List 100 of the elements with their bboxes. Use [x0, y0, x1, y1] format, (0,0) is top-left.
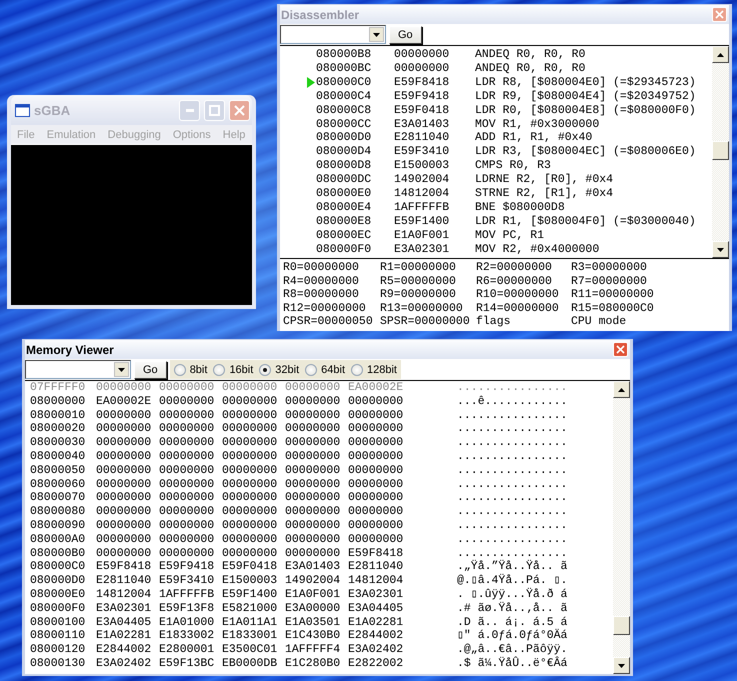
ascii-cell: ................: [457, 491, 568, 506]
address-combobox[interactable]: [280, 25, 386, 44]
scroll-down-button[interactable]: [712, 241, 729, 258]
memory-value-cell-text: 14812004: [348, 574, 404, 588]
instruction-cell: CMPS R0, R3: [475, 159, 551, 173]
address-cell-text: 08000100: [30, 616, 86, 630]
memory-value-cell-text: 00000000: [96, 381, 152, 395]
memory-value-cell-text: E2800001: [159, 643, 216, 657]
ascii-cell: ................: [457, 478, 568, 492]
address-cell-text: 080000F0: [316, 242, 372, 256]
opcode-cell-text: 14902004: [394, 173, 450, 187]
address-cell-text: 07FFFFF0: [30, 381, 86, 395]
scroll-thumb[interactable]: [613, 616, 630, 635]
address-cell-text: 08000040: [30, 450, 86, 464]
opcode-cell-text: E3A02301: [394, 242, 450, 256]
caret-icon: [118, 368, 125, 372]
address-cell-text: 08000070: [30, 491, 86, 506]
memory-value-cell-text: 00000000: [348, 408, 404, 422]
memory-value-cell-text: 00000000: [159, 381, 216, 395]
scrollbar[interactable]: [613, 381, 630, 674]
register-value: R6=00000000: [476, 274, 553, 288]
register-value: R3=00000000: [571, 261, 648, 275]
ascii-cell-text: .@„â..€â..Pãôÿÿ.: [457, 643, 568, 656]
memory-value-cell-text: 00000000: [159, 394, 216, 408]
scroll-thumb[interactable]: [712, 141, 729, 160]
instruction-cell: ADD R1, R1, #0x40: [475, 131, 592, 146]
instruction-cell: LDR R9, [$080004E4] (=$20349752): [475, 90, 696, 104]
memory-value-cell-text: E2811040: [348, 560, 404, 574]
close-button[interactable]: [613, 342, 628, 357]
ascii-cell: .# ãø.Ÿå..‚å.. ã: [457, 602, 568, 616]
opcode-cell-text: E1A0F001: [394, 228, 450, 242]
register-value: CPSR=00000050: [283, 315, 374, 329]
up-arrow-icon: [618, 388, 625, 392]
memory-value-cell-text: 00000000: [96, 491, 152, 506]
go-button[interactable]: Go: [389, 26, 422, 44]
ascii-cell: ................: [457, 505, 568, 519]
opcode-cell-text: E2811040: [394, 131, 450, 146]
memory-value-cell-text: E3500C01: [222, 643, 278, 657]
address-cell-text: 08000050: [30, 464, 86, 478]
memory-value-cell-text: E3A00000: [285, 602, 342, 616]
address-cell-text: 080000CC: [316, 118, 372, 132]
address-combobox[interactable]: [25, 360, 131, 379]
address-cell-text: 080000C8: [316, 104, 372, 118]
instruction-cell: MOV PC, R1: [475, 228, 544, 242]
memory-value-cell-text: E59F8418: [96, 560, 152, 574]
scrollbar[interactable]: [712, 46, 729, 258]
memory-value-cell-text: 00000000: [96, 546, 152, 560]
window-icon: [15, 104, 30, 116]
memory-value-cell-text: 00000000: [348, 436, 404, 450]
instruction-cell: ANDEQ R0, R0, R0: [475, 62, 586, 76]
bit-width-radio[interactable]: 64bit: [305, 364, 346, 376]
ascii-cell: ................: [457, 408, 568, 422]
memory-value-cell-text: E59F1400: [222, 588, 278, 602]
memory-value-cell-text: 00000000: [222, 394, 278, 408]
memory-value-cell-text: E3A02402: [348, 643, 404, 657]
memory-value-cell-text: E3A02402: [96, 657, 152, 671]
register-value: R5=00000000: [380, 274, 457, 288]
address-cell-text: 08000030: [30, 436, 86, 450]
scroll-up-button[interactable]: [712, 46, 729, 63]
memory-value-cell-text: 00000000: [222, 532, 278, 546]
memory-value-cell-text: 00000000: [222, 546, 278, 560]
memory-value-cell-text: E3A04405: [96, 616, 152, 630]
memory-value-cell-text: 00000000: [222, 450, 278, 464]
memory-value-cell-text: E2844002: [96, 643, 152, 657]
memory-value-cell-text: 00000000: [348, 422, 404, 436]
memory-value-cell-text: E1A0F001: [285, 588, 342, 602]
memory-value-cell-text: E1A011A1: [222, 616, 278, 630]
go-button[interactable]: Go: [134, 360, 167, 378]
bit-width-radio[interactable]: 128bit: [351, 364, 397, 376]
window-title: sGBA: [34, 102, 72, 118]
register-value: R14=00000000: [476, 302, 560, 316]
instruction-cell: ANDEQ R0, R0, R0: [475, 48, 586, 62]
memory-value-cell-text: 00000000: [159, 422, 216, 436]
memory-value-cell-text: 00000000: [222, 464, 278, 478]
bit-width-radio[interactable]: 32bit: [259, 364, 300, 376]
opcode-cell-text: E59F3410: [394, 145, 450, 159]
ascii-cell: ................: [457, 436, 568, 450]
instruction-cell: MOV R1, #0x3000000: [475, 118, 600, 132]
register-value: CPU mode: [571, 315, 628, 329]
memory-value-cell-text: 00000000: [222, 505, 278, 519]
memory-value-cell-text: 00000000: [96, 408, 152, 422]
memory-value-cell-text: E2822002: [348, 657, 404, 671]
memory-value-cell-text: E59F13BC: [159, 657, 216, 671]
memory-value-cell-text: 00000000: [285, 436, 342, 450]
memory-value-cell-text: 00000000: [222, 408, 278, 422]
scroll-down-button[interactable]: [613, 657, 630, 674]
window-title: Disassembler: [281, 8, 360, 22]
maximize-icon: [209, 104, 220, 116]
bit-width-radio[interactable]: 8bit: [174, 364, 208, 376]
memory-value-cell-text: 00000000: [285, 464, 342, 478]
memory-value-cell-text: E3A02301: [96, 602, 152, 616]
memory-value-cell-text: 00000000: [285, 394, 342, 408]
bit-width-radio[interactable]: 16bit: [213, 364, 254, 376]
scroll-up-button[interactable]: [613, 381, 630, 398]
memory-value-cell-text: 00000000: [222, 478, 278, 492]
register-value: R4=00000000: [283, 274, 360, 288]
memory-value-cell-text: 00000000: [96, 505, 152, 519]
memory-value-cell-text: EA00002E: [96, 394, 152, 408]
memory-value-cell-text: E1833002: [159, 629, 216, 644]
ascii-cell: ................: [457, 519, 568, 533]
